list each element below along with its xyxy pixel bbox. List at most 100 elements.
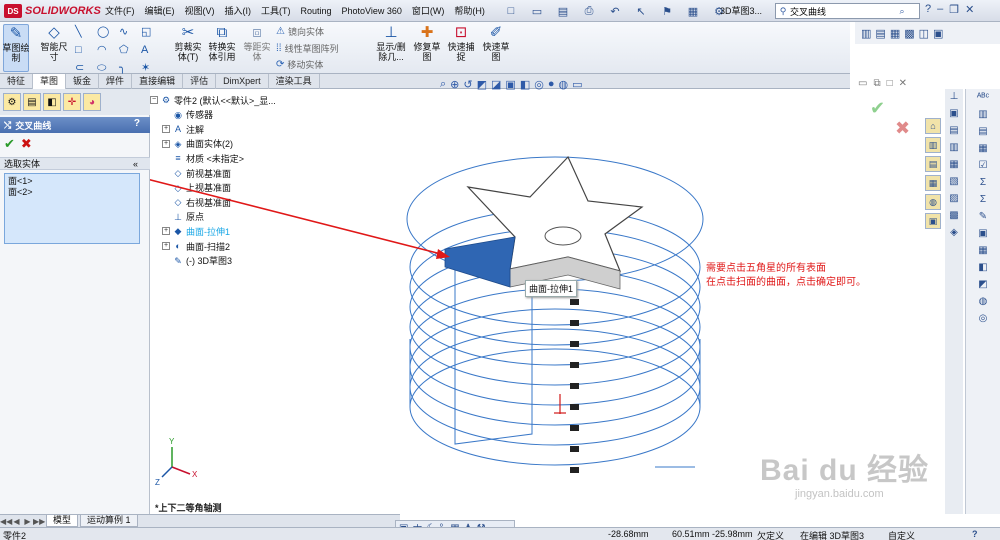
- search-input[interactable]: [790, 6, 895, 16]
- ok-check-icon[interactable]: ✔: [4, 136, 15, 152]
- tab-item[interactable]: 草图: [33, 74, 67, 89]
- mirror-entities-button[interactable]: ⚠ 镜向实体: [276, 25, 324, 38]
- tab-item[interactable]: DimXpert: [216, 74, 269, 89]
- menu-item[interactable]: 帮助(H): [449, 0, 490, 22]
- help-icon[interactable]: ?: [925, 3, 931, 16]
- sigma-icon[interactable]: Σ: [980, 194, 986, 205]
- confirmation-ok-icon[interactable]: ✔: [870, 98, 885, 119]
- status-help-icon[interactable]: ?: [972, 529, 978, 539]
- collapse-chevron-icon[interactable]: «: [133, 158, 138, 170]
- arc-icon[interactable]: ◠: [97, 43, 119, 57]
- menu-item[interactable]: Routing: [296, 0, 337, 22]
- photo-icon[interactable]: ◎: [979, 313, 988, 324]
- menu-item[interactable]: 视图(V): [180, 0, 220, 22]
- pencil-icon[interactable]: ✎: [979, 211, 987, 222]
- assembly-icon[interactable]: ◩: [978, 279, 987, 290]
- open-folder-icon[interactable]: ▭: [526, 3, 548, 19]
- sketch-button[interactable]: ✎ 草图绘 制: [3, 24, 30, 72]
- select-arrow-icon[interactable]: ↖: [630, 3, 652, 19]
- home-icon[interactable]: ⌂: [925, 118, 941, 134]
- viewport-tile-icon[interactable]: ⧉: [873, 78, 880, 89]
- relation-icon[interactable]: ◧: [978, 262, 987, 273]
- slot-icon[interactable]: ⊂: [75, 61, 97, 75]
- tab-item[interactable]: 评估: [183, 74, 217, 89]
- pin-icon[interactable]: ⊥: [950, 91, 959, 102]
- tab-item[interactable]: 焊件: [99, 74, 133, 89]
- close-icon[interactable]: ✕: [965, 3, 974, 16]
- layer-icon[interactable]: ▦: [890, 27, 900, 40]
- cube-top-icon[interactable]: ▤: [949, 125, 958, 136]
- display-delete-relations-button[interactable]: ⊥ 显示/删 除几...: [373, 24, 409, 62]
- bottom-tab[interactable]: 运动算例 1: [80, 515, 138, 527]
- selected-face-item[interactable]: 面<2>: [8, 187, 136, 198]
- spline-icon[interactable]: ∿: [119, 25, 141, 39]
- viewport-restore-icon[interactable]: ▭: [858, 78, 867, 89]
- undo-icon[interactable]: ↶: [604, 3, 626, 19]
- window-icon[interactable]: ◫: [919, 27, 929, 40]
- menu-item[interactable]: 工具(T): [256, 0, 296, 22]
- appearances-icon[interactable]: ◍: [925, 194, 941, 210]
- cancel-x-icon[interactable]: ✖: [21, 136, 32, 152]
- selected-face-item[interactable]: 面<1>: [8, 176, 136, 187]
- cube-right-icon[interactable]: ▥: [949, 142, 958, 153]
- last-tab-icon[interactable]: ▶▶: [33, 517, 45, 526]
- menu-item[interactable]: PhotoView 360: [337, 0, 407, 22]
- status-units[interactable]: 自定义: [888, 529, 915, 540]
- select-filter-icon[interactable]: ▥: [978, 109, 987, 120]
- new-document-icon[interactable]: □: [500, 3, 522, 19]
- menu-item[interactable]: 文件(F): [100, 0, 140, 22]
- tile-horizontal-icon[interactable]: ▥: [861, 27, 871, 40]
- first-tab-icon[interactable]: ◀◀: [0, 517, 12, 526]
- view-palette-icon[interactable]: ▦: [925, 175, 941, 191]
- check-icon[interactable]: ☑: [979, 160, 988, 171]
- sketch-tool-icon[interactable]: ▦: [978, 143, 987, 154]
- bottom-tab[interactable]: 模型: [46, 515, 79, 527]
- custom-properties-icon[interactable]: ▣: [925, 213, 941, 229]
- next-tab-icon[interactable]: ▶: [22, 517, 33, 526]
- search-icon[interactable]: ⌕: [895, 6, 909, 17]
- display-manager-tab-icon[interactable]: ◕: [83, 93, 101, 111]
- star-extrusion[interactable]: [444, 155, 644, 290]
- move-entities-button[interactable]: ⟳ 移动实体: [276, 58, 323, 71]
- smart-dimension-button[interactable]: ◇ 智能尺 寸: [38, 24, 70, 62]
- file-properties-icon[interactable]: ▦: [682, 3, 704, 19]
- viewport-maximize-icon[interactable]: □: [887, 78, 893, 89]
- tab-item[interactable]: 钣金: [66, 74, 100, 89]
- viewport-close-icon[interactable]: ✕: [899, 78, 907, 89]
- spell-check-icon[interactable]: ᴬᴮᶜ: [977, 92, 989, 103]
- cube-back-icon[interactable]: ▧: [949, 176, 958, 187]
- cube-left-icon[interactable]: ▩: [949, 210, 958, 221]
- menu-item[interactable]: 插入(I): [220, 0, 257, 22]
- cube-bottom-icon[interactable]: ▨: [949, 193, 958, 204]
- menu-item[interactable]: 窗口(W): [407, 0, 450, 22]
- save-icon[interactable]: ▤: [552, 3, 574, 19]
- tab-item[interactable]: 直接编辑: [132, 74, 184, 89]
- text-icon[interactable]: A: [141, 43, 163, 57]
- configuration-manager-tab-icon[interactable]: ◧: [43, 93, 61, 111]
- selected-entities-list[interactable]: 面<1> 面<2>: [4, 173, 140, 244]
- prev-tab-icon[interactable]: ◀: [11, 517, 22, 526]
- fillet-icon[interactable]: ╮: [119, 61, 141, 75]
- confirmation-cancel-icon[interactable]: ✖: [895, 118, 910, 139]
- macro-icon[interactable]: ▦: [978, 245, 987, 256]
- normal-to-icon[interactable]: ◈: [950, 227, 958, 238]
- selection-section-header[interactable]: 选取实体 «: [0, 157, 150, 170]
- quick-snaps-button[interactable]: ⊡ 快速捕 捉: [447, 24, 475, 62]
- print-icon[interactable]: ⎙: [578, 3, 600, 19]
- line-icon[interactable]: ╲: [75, 25, 97, 39]
- trim-button[interactable]: ✂ 剪裁实 体(T): [172, 24, 204, 62]
- dimxpert-tab-icon[interactable]: ✛: [63, 93, 81, 111]
- property-manager-tab-icon[interactable]: ▤: [23, 93, 41, 111]
- pm-help-button[interactable]: ?: [134, 118, 140, 129]
- rebuild-icon[interactable]: ⚑: [656, 3, 678, 19]
- layer-tool-icon[interactable]: ▣: [978, 228, 987, 239]
- search-box[interactable]: ⚲ ⌕: [775, 3, 920, 19]
- equations-icon[interactable]: Σ: [980, 177, 986, 188]
- menu-item[interactable]: 编辑(E): [140, 0, 180, 22]
- tab-item[interactable]: 特征: [0, 74, 34, 89]
- rectangle-icon[interactable]: □: [75, 43, 97, 57]
- measure-icon[interactable]: ▤: [978, 126, 987, 137]
- feature-manager-tab-icon[interactable]: ⚙: [3, 93, 21, 111]
- restore-icon[interactable]: ❐: [949, 3, 959, 16]
- convert-entities-button[interactable]: ⧉ 转换实 体引用: [206, 24, 238, 62]
